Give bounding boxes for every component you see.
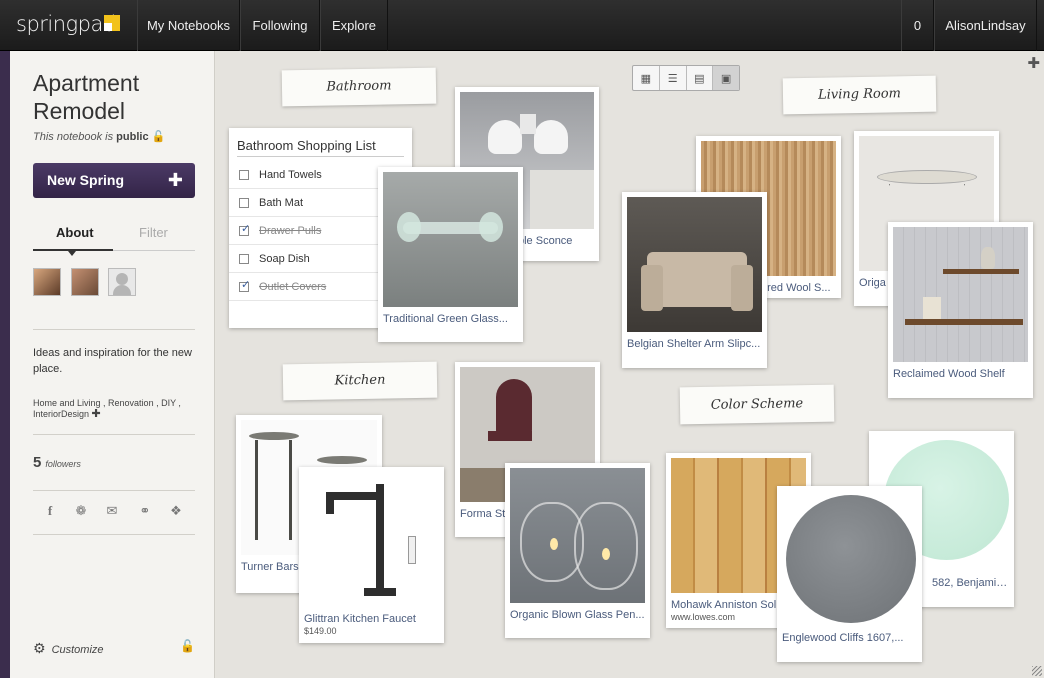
spring-card-paint-gray[interactable]: Englewood Cliffs 1607,... <box>777 486 922 662</box>
spring-card-arm-chair[interactable]: Belgian Shelter Arm Slipc... <box>622 192 767 368</box>
person-placeholder-icon <box>116 273 128 285</box>
nav-explore[interactable]: Explore <box>320 0 388 51</box>
checkbox[interactable] <box>239 222 250 236</box>
notebook-board: ▦ ☰ ▤ ▣ ✚ Bathroom Living Room Kitchen C… <box>216 51 1044 678</box>
divider <box>33 434 195 435</box>
lock-icon[interactable]: 🔓 <box>180 639 195 653</box>
arm-chair-image <box>627 197 762 332</box>
twitter-icon[interactable]: ❁ <box>72 503 90 521</box>
gear-icon: ⚙ <box>33 640 46 656</box>
compact-view-icon[interactable]: ▤ <box>687 66 714 90</box>
facebook-icon[interactable]: f <box>41 503 59 521</box>
section-label-kitchen[interactable]: Kitchen <box>282 361 438 401</box>
notification-count[interactable]: 0 <box>901 0 934 51</box>
kitchen-faucet-image <box>304 472 439 607</box>
board-view-icon[interactable]: ▣ <box>713 66 739 90</box>
checkbox[interactable] <box>239 253 249 264</box>
add-tag-icon[interactable]: ✚ <box>92 408 101 420</box>
checkbox[interactable] <box>239 197 249 208</box>
follower-avatar[interactable] <box>33 268 61 296</box>
logo-mark-icon <box>104 15 120 31</box>
customize-button[interactable]: ⚙ Customize <box>33 640 104 657</box>
section-label-bathroom[interactable]: Bathroom <box>281 67 437 107</box>
nav-following[interactable]: Following <box>240 0 320 51</box>
checkbox[interactable] <box>239 169 249 180</box>
divider <box>33 490 195 491</box>
divider <box>33 534 195 535</box>
checkbox[interactable] <box>239 278 250 292</box>
spring-card-wood-shelf[interactable]: Reclaimed Wood Shelf <box>888 222 1033 398</box>
follower-avatar[interactable] <box>71 268 99 296</box>
followers-count[interactable]: 5 followers <box>33 454 81 471</box>
tab-about[interactable]: About <box>56 225 94 240</box>
springpad-logo[interactable]: springpad <box>16 12 120 36</box>
section-label-color-scheme[interactable]: Color Scheme <box>679 384 835 425</box>
shopping-list-title: Bathroom Shopping List <box>237 138 404 157</box>
user-menu[interactable]: AlisonLindsay <box>934 0 1037 51</box>
notebook-sidebar: Apartment Remodel This notebook is publi… <box>10 51 215 678</box>
spring-card-glass-pull[interactable]: Traditional Green Glass... <box>378 167 523 342</box>
spring-card-kitchen-faucet[interactable]: Glittran Kitchen Faucet $149.00 <box>299 467 444 643</box>
rss-icon[interactable]: ❖ <box>167 503 185 521</box>
resize-handle-icon[interactable] <box>1032 666 1042 676</box>
glass-pendant-image <box>510 468 645 603</box>
wood-shelf-image <box>893 227 1028 362</box>
top-navigation-bar: springpad My Notebooks Following Explore… <box>0 0 1044 51</box>
notebook-description: Ideas and inspiration for the new place. <box>33 347 192 375</box>
notebook-title: Apartment Remodel <box>33 70 140 124</box>
new-spring-button[interactable]: New Spring ✚ <box>33 163 195 198</box>
grid-view-icon[interactable]: ▦ <box>633 66 660 90</box>
add-item-icon[interactable]: ✚ <box>1027 54 1040 72</box>
section-label-living-room[interactable]: Living Room <box>782 75 937 115</box>
visibility-status: This notebook is public 🔓 <box>33 131 166 143</box>
sidebar-accent-strip <box>0 51 10 678</box>
tab-caret-icon <box>68 251 76 256</box>
spring-card-glass-pendant[interactable]: Organic Blown Glass Pen... <box>505 463 650 638</box>
list-view-icon[interactable]: ☰ <box>660 66 687 90</box>
view-switcher: ▦ ☰ ▤ ▣ <box>632 65 740 91</box>
notebook-tags: Home and Living , Renovation , DIY , Int… <box>33 398 181 420</box>
gray-paint-image <box>782 491 917 626</box>
unlock-icon[interactable]: 🔓 <box>152 131 166 143</box>
glass-pull-image <box>383 172 518 307</box>
tab-filter[interactable]: Filter <box>139 225 168 240</box>
plus-icon: ✚ <box>167 170 183 190</box>
link-icon[interactable]: ⚭ <box>136 503 154 521</box>
divider <box>33 329 195 330</box>
email-icon[interactable]: ✉ <box>103 503 121 521</box>
nav-my-notebooks[interactable]: My Notebooks <box>137 0 240 51</box>
add-follower-avatar[interactable] <box>108 268 136 296</box>
